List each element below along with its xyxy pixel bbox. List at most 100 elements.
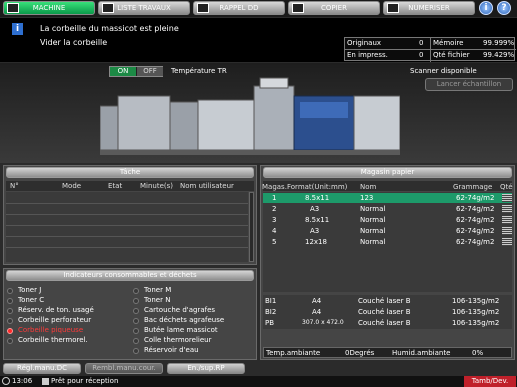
paper-name: Couché laser B bbox=[358, 308, 411, 316]
info-button[interactable]: i bbox=[479, 1, 493, 15]
paper-weight: 106-135g/m2 bbox=[452, 319, 500, 327]
status-dot bbox=[133, 318, 139, 324]
tab-job-list[interactable]: LISTE TRAVAUX bbox=[98, 1, 190, 15]
alert-dot bbox=[7, 328, 13, 334]
task-col-user: Nom utilisateur bbox=[180, 182, 234, 190]
consumable-stapler-trash[interactable]: Corbeille piqueuse bbox=[18, 326, 83, 334]
memory-label: Mémoire bbox=[433, 39, 464, 47]
paper-format: A4 bbox=[312, 308, 322, 316]
toggle-off[interactable]: OFF bbox=[137, 67, 163, 76]
machine-icon bbox=[7, 3, 19, 13]
tab-job-list-label: LISTE TRAVAUX bbox=[117, 4, 171, 12]
tray-number: 5 bbox=[272, 238, 277, 246]
tray-number: BI2 bbox=[265, 308, 277, 316]
consumable-staple-cartridge[interactable]: Cartouche d'agrafes bbox=[144, 306, 215, 314]
paper-format: A3 bbox=[310, 205, 320, 213]
consumable-toner-k[interactable]: Toner N bbox=[144, 296, 170, 304]
consumable-staple-waste[interactable]: Bac déchets agrafeuse bbox=[144, 316, 224, 324]
help-button[interactable]: ? bbox=[497, 1, 511, 15]
tray-number: 2 bbox=[272, 205, 277, 213]
paper-col-format: Format(Unit:mm) bbox=[287, 183, 348, 191]
tray-number: PB bbox=[265, 319, 275, 327]
task-scrollbar[interactable] bbox=[249, 192, 254, 262]
paper-format: A4 bbox=[312, 297, 322, 305]
paper-col-qty: Qté bbox=[500, 183, 513, 191]
tab-scan-label: NUMERISER bbox=[408, 4, 450, 12]
consumables-title: Indicateurs consommables et déchets bbox=[6, 270, 254, 281]
consumable-glue[interactable]: Colle thermorelieur bbox=[144, 336, 211, 344]
humidity-value: 0% bbox=[472, 349, 484, 357]
status-dot bbox=[133, 348, 139, 354]
temp-value: 0Degrés bbox=[345, 349, 375, 357]
humidity-label: Humid.ambiante bbox=[392, 349, 451, 357]
status-dot bbox=[133, 288, 139, 294]
consumables-panel bbox=[3, 268, 257, 360]
status-dot bbox=[7, 288, 13, 294]
task-col-mode: Mode bbox=[62, 182, 82, 190]
status-dot bbox=[133, 308, 139, 314]
paper-format: A3 bbox=[310, 227, 320, 235]
hdd-label: Qté fichier bbox=[433, 51, 470, 59]
paper-name: Normal bbox=[360, 216, 386, 224]
manual-dc-button[interactable]: Régl.manu.DC bbox=[3, 363, 81, 374]
consumable-toner-c[interactable]: Toner C bbox=[18, 296, 44, 304]
paper-col-name: Nom bbox=[360, 183, 377, 191]
paper-name: Normal bbox=[360, 227, 386, 235]
originals-label: Originaux bbox=[347, 39, 382, 47]
status-dot bbox=[7, 298, 13, 304]
consumable-waste-toner[interactable]: Réserv. de ton. usagé bbox=[18, 306, 94, 314]
tr-temperature-label: Température TR bbox=[171, 67, 227, 75]
tab-scan[interactable]: NUMERISER bbox=[383, 1, 475, 15]
paper-weight: 106-135g/m2 bbox=[452, 308, 500, 316]
tab-copier[interactable]: COPIER bbox=[288, 1, 380, 15]
hdd-recall-icon bbox=[197, 3, 209, 13]
tab-machine[interactable]: MACHINE bbox=[3, 1, 95, 15]
counter-panel: Originaux 0 Mémoire 99.999% En impress. … bbox=[344, 37, 516, 62]
tab-hdd-recall[interactable]: RAPPEL DD bbox=[193, 1, 285, 15]
sample-output-button[interactable]: Lancer échantillon bbox=[425, 78, 513, 91]
paper-weight: 62-74g/m2 bbox=[456, 238, 495, 246]
paper-col-weight: Grammage bbox=[453, 183, 493, 191]
paper-panel-title: Magasin papier bbox=[263, 167, 512, 178]
printing-value: 0 bbox=[419, 51, 424, 59]
info-icon: i bbox=[12, 23, 23, 35]
consumable-punch-trash[interactable]: Corbeille perforateur bbox=[18, 316, 91, 324]
consumable-toner-y[interactable]: Toner J bbox=[18, 286, 41, 294]
paper-weight: 62-74g/m2 bbox=[456, 216, 495, 224]
clock-icon bbox=[2, 377, 10, 385]
memory-value: 99.999% bbox=[483, 39, 515, 47]
status-dot bbox=[133, 338, 139, 344]
manual-refill-button[interactable]: Rembl.manu.cour. bbox=[85, 363, 163, 374]
message-line-2: Vider la corbeille bbox=[40, 38, 108, 47]
paper-format: 307.0 x 472.0 bbox=[302, 319, 344, 326]
task-col-minutes: Minute(s) bbox=[140, 182, 174, 190]
status-time: 13:06 bbox=[12, 377, 33, 385]
paper-level-icon bbox=[502, 227, 512, 235]
network-icon bbox=[42, 378, 49, 385]
temp-dev-badge[interactable]: Tamb/Dev. bbox=[464, 376, 516, 387]
scanner-status: Scanner disponible bbox=[410, 67, 477, 75]
paper-weight: 62-74g/m2 bbox=[456, 205, 495, 213]
toggle-on[interactable]: ON bbox=[110, 67, 136, 76]
paper-format: 8.5x11 bbox=[305, 194, 330, 202]
status-dot bbox=[133, 298, 139, 304]
consumable-water-tank[interactable]: Réservoir d'eau bbox=[144, 346, 199, 354]
task-panel-title: Tâche bbox=[6, 167, 254, 178]
paper-weight: 106-135g/m2 bbox=[452, 297, 500, 305]
status-dot bbox=[7, 318, 13, 324]
consumable-toner-m[interactable]: Toner M bbox=[144, 286, 171, 294]
paper-name: 123 bbox=[360, 194, 374, 202]
status-dot bbox=[7, 308, 13, 314]
temp-label: Temp.ambiante bbox=[266, 349, 321, 357]
paper-level-icon bbox=[502, 194, 512, 202]
paper-col-tray: Magas. bbox=[262, 183, 287, 191]
consumable-trimmer-blade[interactable]: Butée lame massicot bbox=[144, 326, 218, 334]
tray-number: 3 bbox=[272, 216, 277, 224]
consumable-thermal-trash[interactable]: Corbeille thermorel. bbox=[18, 336, 88, 344]
info-circle-icon: i bbox=[484, 3, 488, 13]
paper-name: Couché laser B bbox=[358, 319, 411, 327]
task-col-no: N° bbox=[10, 182, 19, 190]
message-line-1: La corbeille du massicot est pleine bbox=[40, 24, 179, 33]
task-col-state: Etat bbox=[108, 182, 123, 190]
sup-rp-button[interactable]: En./sup.RP bbox=[167, 363, 245, 374]
